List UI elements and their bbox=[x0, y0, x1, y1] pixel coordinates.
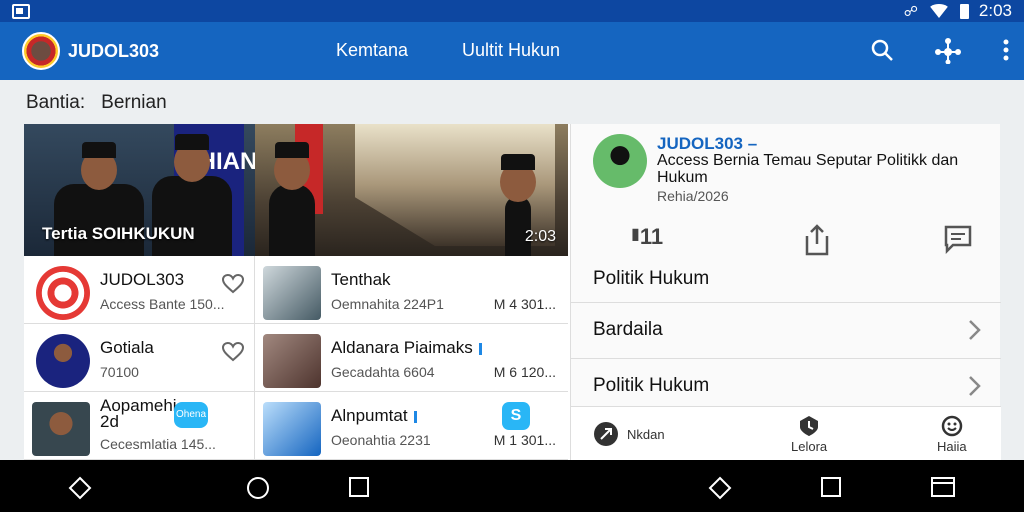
person-figure bbox=[500, 154, 536, 256]
stats-icon[interactable]: ▮11 bbox=[631, 224, 663, 250]
back-icon[interactable] bbox=[68, 476, 92, 500]
smiley-icon bbox=[941, 415, 963, 437]
card-meta: M 4 301... bbox=[493, 296, 556, 312]
detail-heading: Access Bernia Temau Seputar Politikk dan… bbox=[657, 152, 959, 186]
bottom-nav-lelora[interactable]: Lelora bbox=[791, 415, 827, 454]
heart-icon[interactable] bbox=[222, 342, 244, 362]
detail-date: Rehia/2026 bbox=[657, 188, 729, 204]
person-figure bbox=[54, 142, 144, 256]
hero-caption: Tertia SOIHKUKUN bbox=[42, 224, 195, 243]
system-nav-bar bbox=[0, 460, 1024, 512]
news-list: JUDOL303 Access Bante 150... Tenthak Oem… bbox=[24, 256, 568, 460]
main-content: THIAN Tertia SOIHKUKUN 2:03 JUDOL303 Acc… bbox=[24, 124, 1001, 460]
new-badge bbox=[413, 410, 417, 423]
comment-icon[interactable] bbox=[943, 224, 973, 254]
status-time: 2:03 bbox=[978, 1, 1012, 20]
recents-icon[interactable] bbox=[348, 476, 370, 498]
list-item[interactable]: Aldanara Piaimaks Gecadahta 6604 M 6 120… bbox=[255, 324, 568, 392]
card-meta: M 1 301... bbox=[493, 432, 556, 448]
detail-pane: JUDOL303 – Access Bernia Temau Seputar P… bbox=[570, 124, 1001, 460]
card-meta: M 6 120... bbox=[493, 364, 556, 380]
news-thumbnail bbox=[263, 334, 321, 388]
list-item[interactable]: Tenthak Oemnahita 224P1 M 4 301... bbox=[255, 256, 568, 324]
row-label: Politik Hukum bbox=[593, 375, 710, 396]
card-title: Alnpumtat bbox=[331, 406, 417, 426]
wifi-icon bbox=[927, 4, 950, 18]
recents-icon[interactable] bbox=[820, 476, 842, 498]
chevron-right-icon bbox=[969, 376, 981, 396]
share-icon[interactable] bbox=[803, 224, 831, 256]
nfc-icon: ☍ bbox=[903, 2, 918, 19]
card-subtitle: Access Bante 150... bbox=[100, 296, 225, 312]
shield-icon bbox=[800, 416, 819, 436]
close-circle-icon bbox=[594, 422, 618, 446]
bottom-nav-haiia[interactable]: Haiia bbox=[937, 415, 967, 454]
card-subtitle: Gecadahta 6604 bbox=[331, 364, 435, 380]
hero-image[interactable]: THIAN Tertia SOIHKUKUN 2:03 bbox=[24, 124, 568, 256]
new-badge bbox=[478, 342, 482, 355]
more-vert-icon[interactable] bbox=[1002, 38, 1010, 62]
list-item[interactable]: Gotiala 70100 bbox=[24, 324, 255, 392]
card-title: Aopamehi 2d bbox=[100, 396, 177, 431]
battery-icon bbox=[959, 3, 969, 19]
app-badge-icon[interactable]: S bbox=[502, 402, 530, 430]
nav-link-hukun[interactable]: Uultit Hukun bbox=[462, 40, 560, 61]
detail-bottom-nav: Nkdan Lelora Haiia bbox=[571, 406, 1001, 460]
card-subtitle: Oeonahtia 2231 bbox=[331, 432, 431, 448]
hero-time: 2:03 bbox=[524, 228, 556, 245]
person-figure bbox=[152, 134, 232, 256]
nav-link-kemtana[interactable]: Kemtana bbox=[336, 40, 408, 61]
news-thumbnail bbox=[263, 266, 321, 320]
detail-row-bardaila[interactable]: Bardaila bbox=[571, 302, 1001, 358]
card-title-text: Alnpumtat bbox=[331, 406, 408, 425]
avatar bbox=[36, 334, 90, 388]
notification-icon bbox=[12, 3, 30, 19]
card-subtitle: Oemnahita 224P1 bbox=[331, 296, 444, 312]
red-logo-thumb bbox=[36, 266, 90, 320]
list-item[interactable]: JUDOL303 Access Bante 150... bbox=[24, 256, 255, 324]
card-subtitle: Cecesmlatia 145... bbox=[100, 436, 216, 452]
breadcrumb: Bantia: Bernian bbox=[26, 92, 167, 114]
chat-bubble-icon[interactable]: Ohena bbox=[174, 402, 208, 428]
person-figure bbox=[269, 142, 315, 256]
detail-category: Politik Hukum bbox=[593, 268, 710, 289]
breadcrumb-label: Bantia: bbox=[26, 92, 86, 113]
card-title: JUDOL303 bbox=[100, 270, 185, 289]
card-title-text: Aldanara Piaimaks bbox=[331, 338, 473, 357]
detail-brand: JUDOL303 – bbox=[657, 134, 758, 153]
row-label: Bardaila bbox=[593, 319, 663, 340]
bottom-nav-label: Nkdan bbox=[627, 426, 665, 442]
hero-photo-hall bbox=[255, 124, 568, 256]
back-icon[interactable] bbox=[708, 476, 732, 500]
bottom-nav-nkdan[interactable]: Nkdan bbox=[593, 421, 665, 447]
status-bar: ☍ 2:03 bbox=[0, 0, 1024, 22]
avatar bbox=[32, 402, 90, 456]
card-title: Tenthak bbox=[331, 270, 391, 289]
bottom-nav-label: Lelora bbox=[791, 439, 828, 454]
search-icon[interactable] bbox=[870, 38, 894, 62]
detail-avatar bbox=[593, 134, 647, 188]
stats-count: 11 bbox=[639, 224, 664, 249]
share-nodes-icon[interactable] bbox=[934, 36, 962, 64]
window-icon[interactable] bbox=[930, 476, 956, 498]
heart-icon[interactable] bbox=[222, 274, 244, 294]
app-logo[interactable] bbox=[22, 32, 60, 70]
card-title: Aldanara Piaimaks bbox=[331, 338, 482, 358]
home-icon[interactable] bbox=[246, 476, 270, 500]
app-title: JUDOL303 bbox=[68, 40, 160, 61]
card-title: Gotiala bbox=[100, 338, 154, 357]
list-item[interactable]: Aopamehi 2d Cecesmlatia 145... Ohena bbox=[24, 392, 255, 460]
list-item[interactable]: Alnpumtat Oeonahtia 2231 M 1 301... S bbox=[255, 392, 568, 460]
bottom-nav-label: Haiia bbox=[937, 439, 967, 454]
app-bar: JUDOL303 Kemtana Uultit Hukun bbox=[0, 22, 1024, 80]
news-thumbnail bbox=[263, 402, 321, 456]
breadcrumb-value[interactable]: Bernian bbox=[101, 92, 167, 114]
chevron-right-icon bbox=[969, 320, 981, 340]
detail-actions: ▮11 bbox=[571, 224, 1001, 264]
card-subtitle: 70100 bbox=[100, 364, 139, 380]
